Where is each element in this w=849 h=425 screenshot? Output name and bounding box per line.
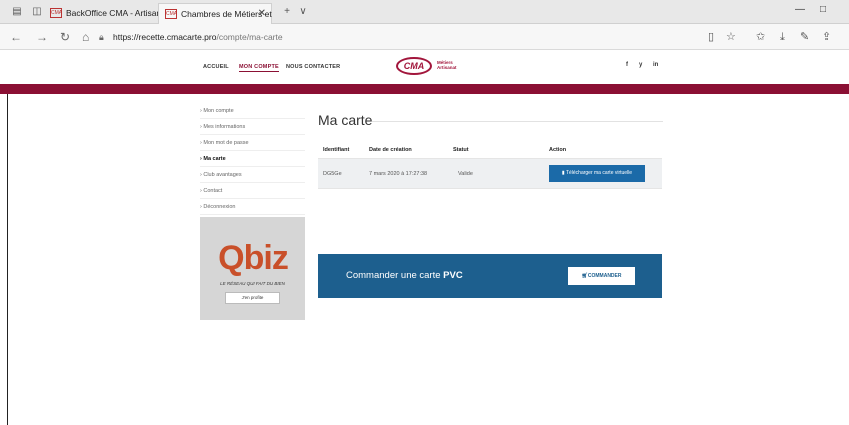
share-icon[interactable]: ⇪ [822, 30, 831, 44]
card-status: Valide [458, 171, 473, 177]
refresh-icon[interactable]: ↻ [60, 30, 70, 44]
sidebar-item-mes-informations[interactable]: › Mes informations [200, 119, 305, 135]
home-icon[interactable]: ⌂ [82, 30, 89, 44]
favorites-list-icon[interactable]: ✩ [756, 30, 765, 44]
browser-address-bar: ← → ↻ ⌂ 🔒︎ https://recette.cmacarte.pro/… [0, 24, 849, 50]
column-header-statut: Statut [453, 147, 469, 153]
qbiz-promo-banner: Qbiz LE RÉSEAU QUI FAIT DU BIEN J'en pro… [200, 217, 305, 320]
qbiz-tagline: LE RÉSEAU QUI FAIT DU BIEN [220, 281, 285, 286]
sidebar-item-mot-de-passe[interactable]: › Mon mot de passe [200, 135, 305, 151]
jen-profite-button[interactable]: J'en profite [225, 292, 280, 304]
cards-table: Identifiant Date de création Statut Acti… [318, 141, 662, 189]
account-sidebar: › Mon compte › Mes informations › Mon mo… [200, 103, 305, 215]
maximize-icon[interactable]: □ [820, 4, 826, 15]
favorite-star-icon[interactable]: ☆ [726, 30, 736, 44]
url-host: https://recette.cmacarte.pro [113, 32, 217, 42]
forward-icon[interactable]: → [36, 30, 48, 44]
sidebar-item-contact[interactable]: › Contact [200, 183, 305, 199]
order-pvc-card-text: Commander une carte PVC [346, 270, 463, 281]
commander-button-label: COMMANDER [587, 273, 622, 279]
cma-logo[interactable]: CMA [396, 57, 432, 75]
window-edge [7, 94, 8, 425]
tab-chambres-de-metiers[interactable]: CMA Chambres de Métiers et ✕ [158, 3, 272, 24]
sidebar-item-deconnexion[interactable]: › Déconnexion [200, 199, 305, 215]
cta-text-regular: Commander une carte [346, 270, 441, 281]
menu-mon-compte[interactable]: MON COMPTE [239, 64, 279, 72]
twitter-icon[interactable]: y [639, 62, 642, 68]
back-icon[interactable]: ← [10, 30, 22, 44]
url-path: /compte/ma-carte [216, 32, 283, 42]
sidebar-item-mon-compte[interactable]: › Mon compte [200, 103, 305, 119]
page-title: Ma carte [318, 112, 373, 128]
order-pvc-card-banner: Commander une carte PVC 🛒︎COMMANDER [318, 254, 662, 298]
download-button-label: Télécharger ma carte virtuelle [565, 170, 633, 176]
table-row: DG5Ge 7 mars 2020 à 17:27:38 Valide ▮ Té… [318, 159, 662, 189]
sidebar-item-ma-carte[interactable]: › Ma carte [200, 151, 305, 167]
menu-nous-contacter[interactable]: NOUS CONTACTER [286, 64, 340, 70]
notes-icon[interactable]: ✎ [800, 30, 809, 44]
sidebar-item-club-avantages[interactable]: › Club avantages [200, 167, 305, 183]
cma-logo-subtitle: Métiers Artisanat [437, 60, 457, 70]
title-divider [372, 121, 663, 122]
minimize-icon[interactable]: — [795, 4, 805, 15]
commander-button[interactable]: 🛒︎COMMANDER [568, 267, 635, 285]
card-id: DG5Ge [323, 171, 342, 177]
reading-view-icon[interactable]: ▯ [708, 30, 714, 44]
linkedin-icon[interactable]: in [653, 62, 658, 68]
table-header: Identifiant Date de création Statut Acti… [318, 141, 662, 159]
url-field[interactable]: https://recette.cmacarte.pro/compte/ma-c… [113, 30, 283, 44]
cma-favicon-icon: CMA [165, 9, 178, 19]
tab-list-icon[interactable]: ∨ [296, 5, 310, 19]
column-header-action: Action [549, 147, 567, 153]
cta-text-bold: PVC [443, 270, 463, 281]
downloads-icon[interactable]: ⤓ [780, 30, 785, 44]
tab-label: BackOffice CMA - Artisans [66, 8, 166, 18]
tab-preview-icon[interactable]: ◫ [30, 5, 44, 19]
column-header-date: Date de création [369, 147, 412, 153]
header-color-band [0, 84, 849, 94]
facebook-icon[interactable]: f [626, 62, 628, 68]
browser-tab-bar: ▤ ◫ CMA BackOffice CMA - Artisans CMA Ch… [0, 0, 849, 24]
tab-backoffice[interactable]: CMA BackOffice CMA - Artisans [44, 3, 166, 24]
new-tab-icon[interactable]: + [280, 5, 294, 19]
menu-accueil[interactable]: ACCUEIL [203, 64, 229, 70]
download-virtual-card-button[interactable]: ▮ Télécharger ma carte virtuelle [549, 165, 645, 182]
cma-favicon-icon: CMA [50, 8, 63, 18]
lock-icon: 🔒︎ [99, 32, 104, 42]
card-date: 7 mars 2020 à 17:27:38 [369, 171, 428, 177]
qbiz-logo: Qbiz [218, 239, 289, 277]
tab-actions-icon[interactable]: ▤ [10, 5, 24, 19]
column-header-identifiant: Identifiant [323, 147, 350, 153]
close-tab-icon[interactable]: ✕ [258, 4, 266, 24]
